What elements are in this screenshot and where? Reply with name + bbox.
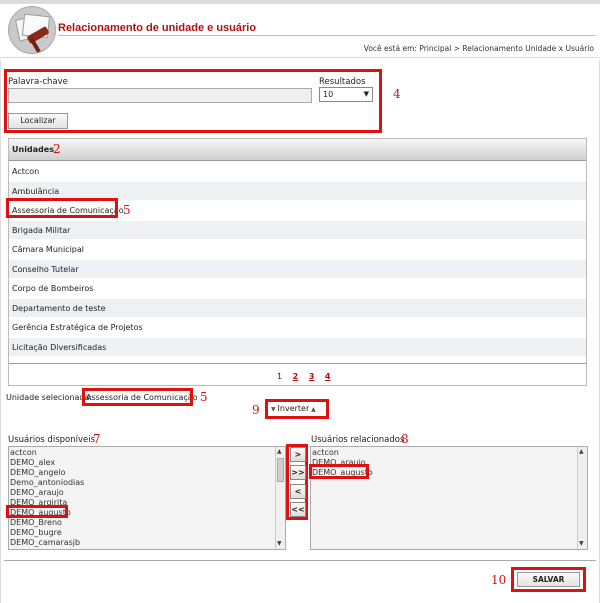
arrow-up-icon: ▲ (309, 406, 316, 413)
list-item[interactable]: DEMO_camarasjb (10, 538, 80, 548)
table-row[interactable]: Conselho Tutelar (9, 259, 586, 279)
annotation-number-5: 5 (123, 203, 131, 217)
table-row[interactable]: Corpo de Bombeiros (9, 279, 586, 299)
chevron-down-icon: ▼ (363, 90, 369, 98)
remove-user-button[interactable]: < (290, 484, 306, 499)
header-top-line (0, 0, 600, 4)
table-row-label: Ambulância (12, 186, 60, 196)
annotation-box-available-user (6, 505, 68, 518)
table-row[interactable]: Brigada Militar (9, 220, 586, 240)
annotation-box-unit-row (6, 198, 118, 218)
list-item[interactable]: actcon (10, 448, 37, 458)
page-1-current: 1 (277, 372, 283, 381)
related-users-scrollbar[interactable]: ▲ ▼ (577, 447, 587, 549)
table-row[interactable]: Gerência Estratégica de Projetos (9, 318, 586, 338)
annotation-number-2: 2 (53, 142, 61, 156)
page-4-link[interactable]: 4 (325, 372, 331, 381)
save-button[interactable]: SALVAR (517, 572, 580, 587)
table-row-label: Gerência Estratégica de Projetos (12, 323, 143, 332)
pagination: 1 2 3 4 (277, 372, 338, 381)
footer-divider (4, 560, 596, 561)
invert-button[interactable]: ▼ Inverter ▲ (271, 404, 316, 413)
units-column-header: Unidades (12, 145, 54, 154)
available-users-label: Usuários disponíveis (8, 435, 96, 445)
scroll-thumb[interactable] (277, 458, 284, 482)
available-users-scrollbar[interactable]: ▲ ▼ (275, 447, 285, 549)
list-item[interactable]: Demo_antoniodias (10, 478, 84, 488)
units-table-header: Unidades (9, 139, 586, 161)
table-row-label: Câmara Municipal (12, 245, 85, 254)
table-row[interactable]: Câmara Municipal (9, 240, 586, 260)
find-button[interactable]: Localizar (8, 113, 68, 129)
breadcrumb: Você está em: Principal > Relacionamento… (363, 44, 594, 53)
keyword-input[interactable] (8, 88, 312, 103)
scroll-up-icon[interactable]: ▲ (579, 448, 584, 455)
annotation-number-9: 9 (252, 403, 260, 417)
table-row-label: Actcon (12, 167, 40, 176)
table-row[interactable]: Departamento de teste (9, 298, 586, 318)
list-item[interactable]: DEMO_alex (10, 458, 55, 468)
gavel-logo-icon (8, 6, 56, 54)
page-title: Relacionamento de unidade e usuário (58, 22, 257, 34)
add-user-button[interactable]: > (290, 447, 306, 462)
list-item[interactable]: DEMO_Breno (10, 518, 62, 528)
annotation-number-8: 8 (401, 432, 409, 446)
results-select[interactable]: 10 ▼ (319, 87, 373, 102)
results-select-value: 10 (323, 90, 334, 99)
table-row-label: Conselho Tutelar (12, 264, 79, 274)
invert-button-label: Inverter (277, 404, 310, 413)
selected-unit-label: Unidade selecionada: (6, 393, 93, 402)
annotation-box-related-user (309, 464, 369, 479)
list-item[interactable]: DEMO_bugre (10, 528, 62, 538)
scroll-down-icon[interactable]: ▼ (579, 540, 584, 547)
annotation-number-10: 10 (491, 573, 507, 587)
add-all-users-button[interactable]: >> (290, 465, 306, 480)
annotation-number-5b: 5 (200, 390, 208, 404)
table-row-label: Licitação Diversificadas (12, 342, 107, 352)
list-item[interactable]: DEMO_araujo (10, 488, 64, 498)
title-divider (58, 35, 596, 36)
annotation-number-4: 4 (393, 87, 401, 101)
available-users-list[interactable]: actcon DEMO_alex DEMO_angelo Demo_antoni… (8, 446, 286, 550)
list-item[interactable]: actcon (312, 448, 339, 458)
annotation-number-7: 7 (93, 432, 101, 446)
table-row[interactable]: Actcon (9, 162, 586, 182)
page-header: Relacionamento de unidade e usuário Você… (0, 0, 600, 58)
page-3-link[interactable]: 3 (309, 372, 315, 381)
units-table: Unidades Actcon Ambulância Assessoria de… (8, 138, 587, 386)
table-row-label: Brigada Militar (12, 225, 71, 235)
scroll-down-icon[interactable]: ▼ (277, 540, 282, 547)
page-2-link[interactable]: 2 (293, 372, 299, 381)
remove-all-users-button[interactable]: << (290, 502, 306, 517)
related-users-label: Usuários relacionados (311, 435, 405, 445)
list-item[interactable]: DEMO_angelo (10, 468, 66, 478)
scroll-up-icon[interactable]: ▲ (277, 448, 282, 455)
keyword-label: Palavra-chave (8, 77, 68, 87)
table-row-label: Departamento de teste (12, 303, 106, 313)
table-row-label: Corpo de Bombeiros (12, 284, 94, 293)
annotation-box-selected-unit (82, 388, 193, 406)
related-users-list[interactable]: actcon DEMO_araujo DEMO_augusto ▲ ▼ (310, 446, 588, 550)
results-label: Resultados (319, 77, 366, 87)
table-row[interactable]: Licitação Diversificadas (9, 337, 586, 357)
pager-divider (9, 363, 586, 364)
